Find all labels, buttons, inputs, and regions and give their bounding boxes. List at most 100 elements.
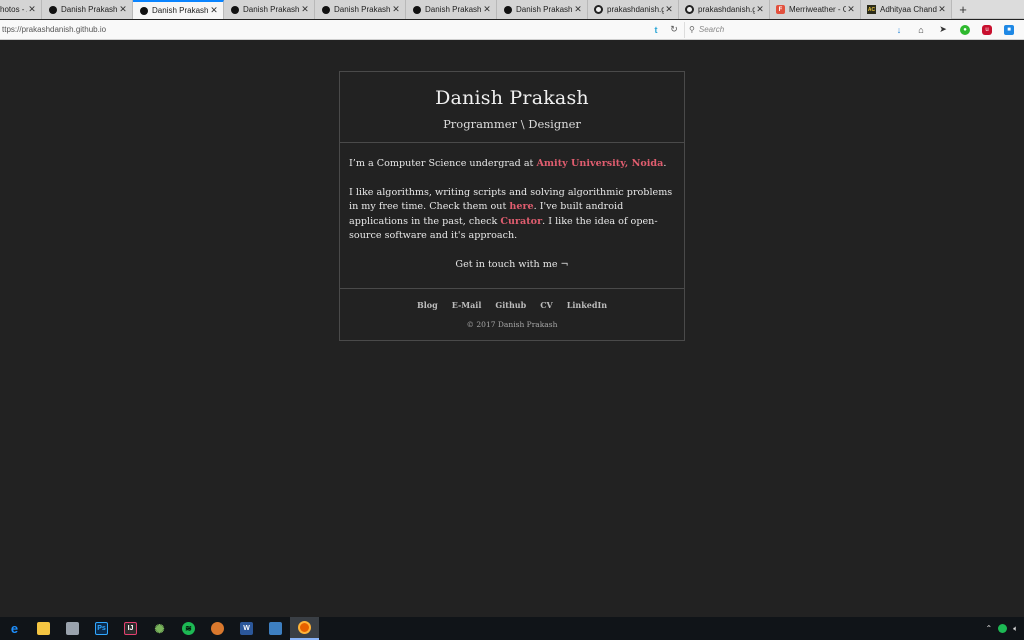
footer-link-github[interactable]: Github — [495, 300, 526, 310]
spotify-icon: ≋ — [182, 622, 195, 635]
disk-icon — [269, 622, 282, 635]
nav-bar: ttps://prakashdanish.github.io t ↻ ⚲ Sea… — [0, 20, 1024, 40]
intro-end: . — [663, 158, 667, 169]
intellij-icon: IJ — [124, 622, 137, 635]
intro-paragraph: I’m a Computer Science undergrad at Amit… — [349, 157, 675, 172]
firefox-icon — [298, 621, 311, 634]
android-icon: ✺ — [154, 621, 165, 636]
tab[interactable]: Danish Prakash ✕ — [42, 0, 133, 19]
contact-line[interactable]: Get in touch with me ¬ — [349, 258, 675, 273]
close-icon[interactable]: ✕ — [846, 4, 856, 15]
card-footer: Blog E-Mail Github CV LinkedIn © 2017 Da… — [340, 289, 684, 329]
close-icon[interactable]: ✕ — [209, 5, 219, 16]
close-icon[interactable]: ✕ — [27, 4, 37, 15]
tab-title: Danish Prakash — [243, 5, 300, 14]
search-input[interactable]: ⚲ Search — [684, 21, 884, 38]
footer-link-cv[interactable]: CV — [540, 300, 553, 310]
photoshop-icon: Ps — [95, 622, 108, 635]
tab-title: Danish Prakash — [152, 6, 209, 15]
home-icon[interactable]: ⌂ — [916, 25, 926, 35]
tab[interactable]: Danish Prakash ✕ — [406, 0, 497, 19]
favicon-icon — [139, 6, 148, 15]
card-body: I’m a Computer Science undergrad at Amit… — [340, 143, 684, 289]
tab-title: Danish Prakash — [334, 5, 391, 14]
tab-title: Adhityaa Chandr. — [880, 5, 937, 14]
favicon-icon — [321, 5, 330, 14]
tab[interactable]: AC Adhityaa Chandr. ✕ — [861, 0, 952, 19]
github-icon — [594, 5, 603, 14]
taskbar-edge[interactable]: e — [0, 617, 29, 640]
extension-blue-icon[interactable]: ■ — [1004, 24, 1014, 35]
intro-text: I’m a Computer Science undergrad at — [349, 158, 537, 169]
tab[interactable]: F Merriweather - Gc ✕ — [770, 0, 861, 19]
taskbar-spotify[interactable]: ≋ — [174, 617, 203, 640]
profile-card: Danish Prakash Programmer \ Designer I’m… — [339, 71, 685, 341]
tab[interactable]: Danish Prakash ✕ — [315, 0, 406, 19]
tab-title: prakashdanish.gi — [698, 5, 755, 14]
taskbar-firefox-dev[interactable] — [203, 617, 232, 640]
tab-title: hotos - / — [0, 5, 27, 14]
edge-icon: e — [10, 621, 19, 636]
address-bar[interactable]: ttps://prakashdanish.github.io t ↻ — [0, 22, 680, 38]
word-icon: W — [240, 622, 253, 635]
tumblr-share-icon[interactable]: t — [650, 25, 662, 35]
ac-logo-icon: AC — [867, 5, 876, 14]
tab[interactable]: Danish Prakash ✕ — [224, 0, 315, 19]
close-icon[interactable]: ✕ — [118, 4, 128, 15]
taskbar-explorer[interactable] — [29, 617, 58, 640]
curator-link[interactable]: Curator — [500, 216, 542, 227]
here-link[interactable]: here — [509, 201, 533, 212]
footer-link-email[interactable]: E-Mail — [452, 300, 482, 310]
favicon-icon — [412, 5, 421, 14]
copyright: © 2017 Danish Prakash — [466, 320, 558, 329]
close-icon[interactable]: ✕ — [664, 4, 674, 15]
send-icon[interactable]: ➤ — [938, 24, 948, 35]
about-paragraph: I like algorithms, writing scripts and s… — [349, 186, 675, 244]
chevron-up-icon[interactable]: ⌃ — [985, 624, 992, 633]
system-tray: ⌃ 🔈︎ — [985, 624, 1024, 634]
taskbar-word[interactable]: W — [232, 617, 261, 640]
tab[interactable]: Danish Prakash ✕ — [497, 0, 588, 19]
footer-link-blog[interactable]: Blog — [417, 300, 438, 310]
ublock-icon[interactable]: u — [982, 24, 992, 35]
close-icon[interactable]: ✕ — [573, 4, 583, 15]
tab[interactable]: prakashdanish.gi ✕ — [679, 0, 770, 19]
taskbar-intellij[interactable]: IJ — [116, 617, 145, 640]
new-tab-button[interactable]: + — [952, 0, 974, 18]
tab[interactable]: prakashdanish.gi ✕ — [588, 0, 679, 19]
reload-icon[interactable]: ↻ — [668, 24, 680, 35]
taskbar-app[interactable] — [58, 617, 87, 640]
search-icon: ⚲ — [689, 25, 695, 34]
close-icon[interactable]: ✕ — [391, 4, 401, 15]
close-icon[interactable]: ✕ — [937, 4, 947, 15]
spotify-tray-icon[interactable] — [998, 624, 1008, 633]
tab-title: Danish Prakash — [425, 5, 482, 14]
page-title: Danish Prakash — [435, 87, 589, 109]
taskbar-disk[interactable] — [261, 617, 290, 640]
tab-bar: hotos - / ✕ Danish Prakash ✕ Danish Prak… — [0, 0, 1024, 19]
firefox-dev-icon — [211, 622, 224, 635]
url-text: ttps://prakashdanish.github.io — [2, 25, 107, 34]
footer-nav: Blog E-Mail Github CV LinkedIn — [340, 300, 684, 310]
close-icon[interactable]: ✕ — [300, 4, 310, 15]
app-icon — [66, 622, 79, 635]
favicon-icon — [230, 5, 239, 14]
taskbar-firefox[interactable] — [290, 617, 319, 640]
tab[interactable]: hotos - / ✕ — [0, 0, 42, 19]
volume-icon[interactable]: 🔈︎ — [1013, 624, 1018, 634]
folder-icon — [37, 622, 50, 635]
tab-title: Merriweather - Gc — [789, 5, 846, 14]
close-icon[interactable]: ✕ — [755, 4, 765, 15]
download-icon[interactable]: ↓ — [894, 25, 904, 35]
taskbar-android-studio[interactable]: ✺ — [145, 617, 174, 640]
favicon-icon — [48, 5, 57, 14]
close-icon[interactable]: ✕ — [482, 4, 492, 15]
tab-title: prakashdanish.gi — [607, 5, 664, 14]
taskbar-photoshop[interactable]: Ps — [87, 617, 116, 640]
search-placeholder: Search — [698, 25, 725, 34]
taskbar: e Ps IJ ✺ ≋ W ⌃ 🔈︎ — [0, 617, 1024, 640]
extension-green-icon[interactable]: ● — [960, 24, 970, 35]
university-link[interactable]: Amity University, Noida — [536, 158, 663, 169]
footer-link-linkedin[interactable]: LinkedIn — [567, 300, 607, 310]
tab-active[interactable]: Danish Prakash ✕ — [133, 0, 224, 19]
